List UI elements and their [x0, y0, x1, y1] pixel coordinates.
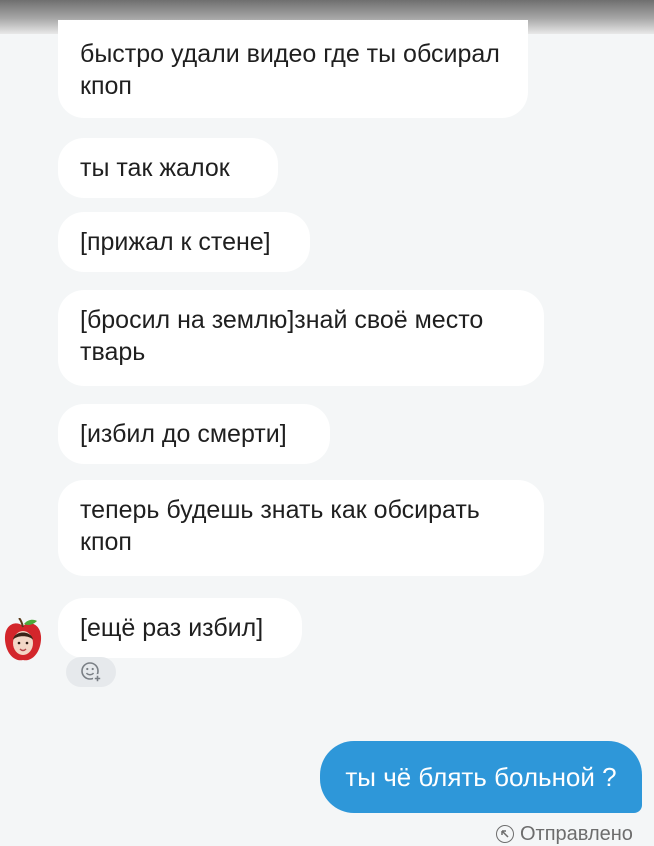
message-text: [избил до смерти] — [80, 420, 287, 448]
sender-avatar[interactable] — [2, 617, 44, 664]
apple-avatar-icon — [4, 617, 42, 661]
incoming-message[interactable]: [ещё раз избил] — [58, 598, 302, 658]
message-text: [прижал к стене] — [80, 228, 271, 256]
add-reaction-button[interactable] — [66, 657, 116, 687]
emoji-add-icon — [81, 662, 102, 683]
outgoing-message[interactable]: ты чё блять больной ? — [320, 741, 642, 813]
outgoing-message-text: ты чё блять больной ? — [345, 762, 617, 792]
incoming-message[interactable]: теперь будешь знать как обсирать кпоп — [58, 480, 544, 576]
sent-icon — [496, 825, 514, 843]
message-text: ты так жалок — [80, 154, 230, 182]
delivery-status-label: Отправлено — [520, 822, 633, 845]
message-text: теперь будешь знать как обсирать кпоп — [80, 496, 480, 556]
incoming-message[interactable]: быстро удали видео где ты обсирал кпоп — [58, 20, 528, 118]
message-text: [бросил на землю]знай своё место тварь — [80, 306, 484, 366]
incoming-message[interactable]: [избил до смерти] — [58, 404, 330, 464]
incoming-message[interactable]: [прижал к стене] — [58, 212, 310, 272]
incoming-message[interactable]: [бросил на землю]знай своё место тварь — [58, 290, 544, 386]
message-text: [ещё раз избил] — [80, 614, 264, 642]
incoming-message[interactable]: ты так жалок — [58, 138, 278, 198]
delivery-status: Отправлено — [496, 822, 633, 846]
message-text: быстро удали видео где ты обсирал кпоп — [80, 40, 500, 100]
